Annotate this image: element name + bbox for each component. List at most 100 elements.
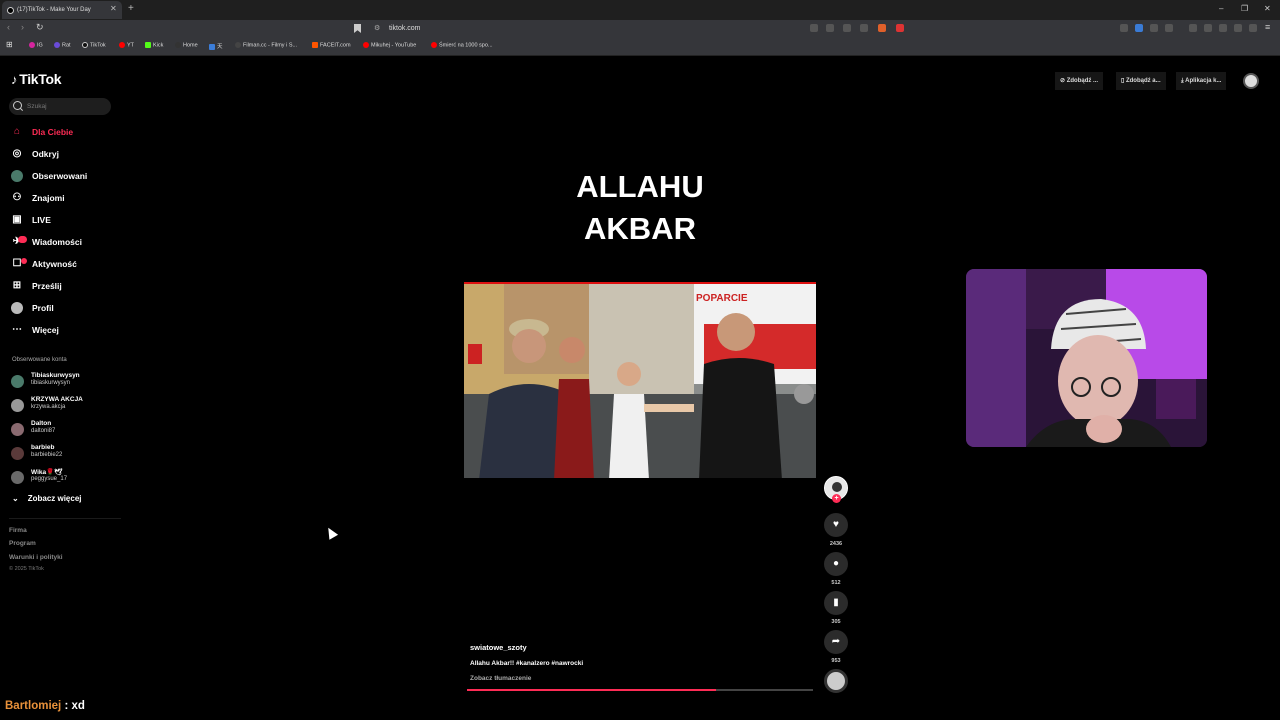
divider xyxy=(9,518,121,519)
extension-icon[interactable] xyxy=(843,24,851,32)
extension-icon[interactable] xyxy=(1150,24,1158,32)
extension-icon[interactable] xyxy=(810,24,818,32)
nav-item-upload[interactable]: ⊞ Prześlij xyxy=(9,277,114,295)
wallet-icon[interactable] xyxy=(1219,24,1227,32)
like-button[interactable]: ♥ xyxy=(824,513,848,537)
profile-avatar[interactable] xyxy=(1243,73,1259,89)
vpn-icon[interactable] xyxy=(1249,24,1257,32)
following-account[interactable]: KRZYWA AKCJA krzywa.akcja xyxy=(11,396,111,418)
save-button[interactable]: ▮ xyxy=(824,591,848,615)
comment-icon: ● xyxy=(832,558,840,569)
music-disc[interactable] xyxy=(824,669,848,693)
extension-icon[interactable] xyxy=(1165,24,1173,32)
translate-link[interactable]: Zobacz tłumaczenie xyxy=(470,675,531,682)
avatar xyxy=(11,447,24,460)
share-icon: ➦ xyxy=(831,636,841,647)
media-icon[interactable] xyxy=(1189,24,1197,32)
bookmark-item[interactable]: 天 xyxy=(209,42,223,50)
footer-link[interactable]: Program xyxy=(9,540,36,547)
nav-item-friends[interactable]: ⚇ Znajomi xyxy=(9,189,114,207)
nav-item-for-you[interactable]: ⌂ Dla Ciebie xyxy=(9,123,114,141)
bookmark-item[interactable]: Rat xyxy=(54,42,71,48)
forward-icon[interactable]: › xyxy=(21,22,24,32)
nav-item-following[interactable]: Obserwowani xyxy=(9,167,114,185)
coin-icon: ⊘ xyxy=(1060,78,1067,84)
video-author[interactable]: swiatowe_szoty xyxy=(470,643,527,652)
restore-icon[interactable]: ❐ xyxy=(1241,4,1248,13)
video-frame-image: POPARCIE xyxy=(464,284,816,478)
following-account[interactable]: Tibiaskurwysyn tibiaskurwysyn xyxy=(11,372,111,394)
reload-icon[interactable]: ↻ xyxy=(36,22,44,33)
search-input[interactable]: Szukaj xyxy=(9,98,111,115)
close-window-icon[interactable]: ✕ xyxy=(1264,4,1271,13)
share-count: 953 xyxy=(831,658,841,664)
bookmark-item[interactable]: Home xyxy=(175,42,198,48)
banner-text: POPARCIE xyxy=(696,293,748,304)
bookmark-item[interactable]: IG xyxy=(29,42,43,48)
see-more-button[interactable]: ⌄ Zobacz więcej xyxy=(12,494,82,503)
bookmark-label: Kick xyxy=(153,42,164,49)
tiktok-logo[interactable]: ♪ TikTok xyxy=(11,71,62,87)
footer-link[interactable]: Warunki i polityki xyxy=(9,554,63,561)
copyright: © 2025 TikTok xyxy=(9,566,44,572)
bookmark-label: TikTok xyxy=(90,42,106,49)
extension-icon[interactable] xyxy=(826,24,834,32)
bookmark-item[interactable]: Kick xyxy=(145,42,163,48)
video-player[interactable]: POPARCIE xyxy=(464,282,816,478)
following-account[interactable]: Dalton daltoni87 xyxy=(11,420,111,442)
following-account[interactable]: Wika🌹🕊 peggysue_17 xyxy=(11,468,111,490)
account-handle: peggysue_17 xyxy=(31,476,68,482)
share-button[interactable]: ➦ xyxy=(824,630,848,654)
follow-plus-icon[interactable]: + xyxy=(832,494,841,503)
bookmark-label: Home xyxy=(183,42,198,49)
extension-icon[interactable] xyxy=(1234,24,1242,32)
bookmark-label: FACEIT.com xyxy=(320,42,351,49)
footer-link[interactable]: Firma xyxy=(9,527,27,534)
bookmark-icon: ▮ xyxy=(833,597,839,608)
comment-button[interactable]: ● xyxy=(824,552,848,576)
nav-item-profile[interactable]: Profil xyxy=(9,299,114,317)
bookmark-item[interactable]: Śmierć na 1000 spo... xyxy=(431,42,493,48)
nav-label: Profil xyxy=(32,303,54,313)
brave-shield-icon[interactable] xyxy=(878,24,886,32)
like-count: 2436 xyxy=(829,541,843,547)
url-field[interactable]: tiktok.com xyxy=(389,25,421,32)
see-more-label: Zobacz więcej xyxy=(27,494,82,503)
nav-item-explore[interactable]: ◎ Odkryj xyxy=(9,145,114,163)
chat-text: xd xyxy=(71,700,85,712)
site-info-icon[interactable]: ⚙ xyxy=(374,24,380,32)
desktop-app-button[interactable]: ⤓ Aplikacja k... xyxy=(1176,72,1227,90)
sidebar-toggle-icon[interactable] xyxy=(1204,24,1212,32)
apps-grid-icon[interactable]: ⊞ xyxy=(6,40,13,49)
get-coins-button[interactable]: ⊘ Zdobądź ... xyxy=(1055,72,1104,90)
close-tab-icon[interactable]: ✕ xyxy=(110,4,117,13)
minimize-icon[interactable]: – xyxy=(1219,4,1223,13)
back-icon[interactable]: ‹ xyxy=(7,22,10,32)
extension-icon[interactable] xyxy=(1135,24,1143,32)
extension-icon[interactable] xyxy=(860,24,868,32)
browser-tab[interactable]: (17)TikTok - Make Your Day xyxy=(2,1,122,19)
bookmark-item[interactable]: YT xyxy=(119,42,134,48)
bookmark-item[interactable]: Mikuhej - YouTube xyxy=(363,42,416,48)
pill-label: Zdobądź ... xyxy=(1066,78,1099,84)
following-account[interactable]: barbieb barbiebie22 xyxy=(11,444,111,466)
pill-label: Aplikacja k... xyxy=(1185,78,1222,84)
account-handle: krzywa.akcja xyxy=(31,404,66,410)
nav-item-more[interactable]: ⋯ Więcej xyxy=(9,321,114,339)
nav-item-live[interactable]: ▣ LIVE xyxy=(9,211,114,229)
bookmark-label: IG xyxy=(37,42,43,49)
bookmark-item[interactable]: TikTok xyxy=(82,42,106,48)
nav-label: Prześlij xyxy=(32,281,62,291)
new-tab-icon[interactable]: + xyxy=(128,3,134,14)
profile-icon xyxy=(11,302,23,314)
get-app-button[interactable]: ▯ Zdobądź a... xyxy=(1116,72,1166,90)
account-handle: daltoni87 xyxy=(31,428,56,434)
rewards-icon[interactable] xyxy=(896,24,904,32)
account-name: Wika🌹🕊 xyxy=(31,469,63,476)
extension-icon[interactable] xyxy=(1120,24,1128,32)
menu-icon[interactable]: ≡ xyxy=(1265,22,1270,32)
upload-icon: ⊞ xyxy=(12,280,22,291)
bookmark-item[interactable]: FACEIT.com xyxy=(312,42,351,48)
bookmark-item[interactable]: Filman.cc - Filmy i S... xyxy=(235,42,297,48)
video-description: Allahu Akbar!! #kanalzero #nawrocki xyxy=(470,660,584,667)
